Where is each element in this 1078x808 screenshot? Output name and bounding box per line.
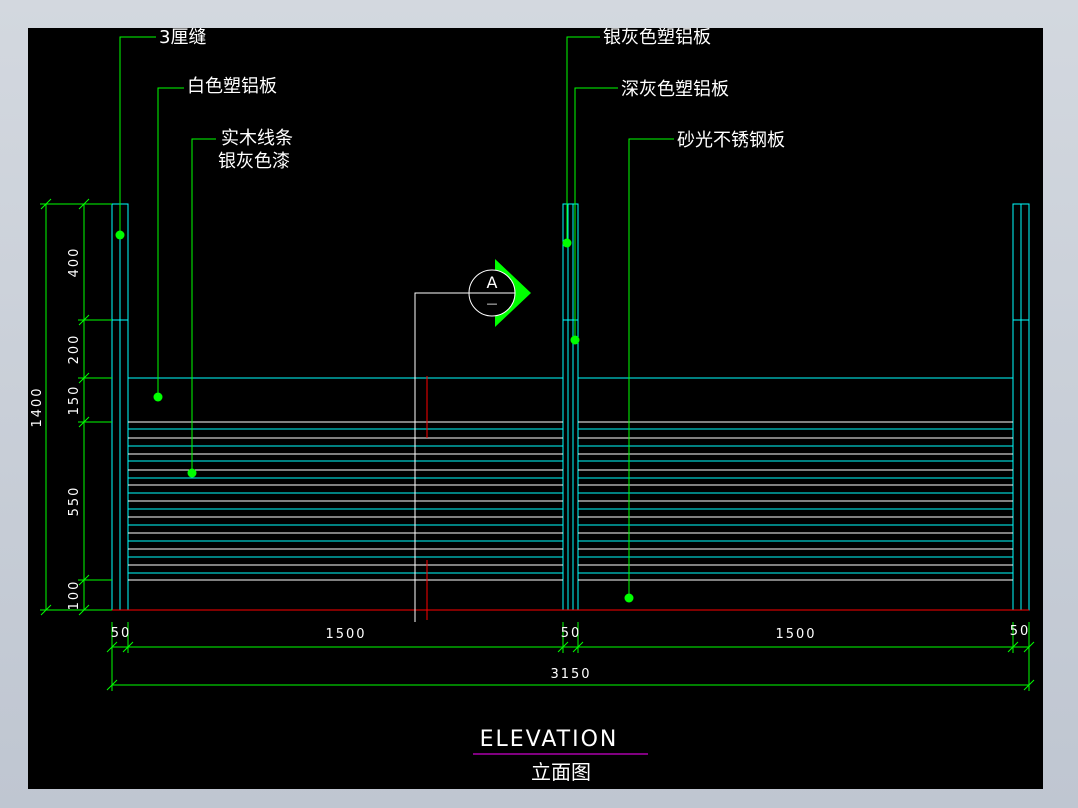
hdim-label-50-left: 50 (111, 626, 132, 641)
dot-silver-grey-panel[interactable] (562, 238, 572, 248)
title-chinese: 立面图 (531, 760, 591, 784)
section-marker-sub: — (487, 297, 498, 310)
dot-3mm-gap[interactable] (115, 230, 125, 240)
hdim-label-1500-left: 1500 (325, 627, 366, 642)
vdim-label-400: 400 (67, 247, 82, 278)
callout-leaders (119, 36, 674, 598)
drawing-title: ELEVATION 立面图 (473, 727, 648, 784)
vdim-label-550: 550 (67, 486, 82, 517)
middle-post[interactable] (562, 203, 579, 611)
label-dark-grey-panel: 深灰色塑铝板 (621, 79, 729, 100)
dot-white-panel[interactable] (153, 392, 163, 402)
callout-dots (115, 230, 634, 603)
section-cut: A — (414, 259, 531, 622)
section-marker-letter: A (487, 273, 498, 292)
dot-stainless-panel[interactable] (624, 593, 634, 603)
vdim-label-200: 200 (67, 334, 82, 365)
leader-stainless-panel (628, 138, 674, 598)
leader-dark-grey-panel (574, 87, 618, 340)
vdim-label-total: 1400 (30, 386, 45, 427)
cad-drawing-canvas[interactable]: A — 3厘缝 白色塑铝板 实木线条 银灰色漆 银灰色塑铝板 深灰色塑铝板 砂光… (28, 28, 1043, 789)
leader-wood-strip (191, 138, 216, 473)
leader-silver-grey-panel (566, 36, 600, 243)
hdim-label-1500-right: 1500 (775, 627, 816, 642)
elevation-drawing: A — 3厘缝 白色塑铝板 实木线条 银灰色漆 银灰色塑铝板 深灰色塑铝板 砂光… (30, 28, 1035, 784)
label-wood-strip: 实木线条 (221, 128, 293, 149)
dot-wood-strip[interactable] (187, 468, 197, 478)
label-silver-grey-panel: 银灰色塑铝板 (603, 28, 711, 48)
leader-3mm-gap (119, 36, 156, 235)
dot-dark-grey-panel[interactable] (570, 335, 580, 345)
vdim-label-150: 150 (67, 385, 82, 416)
hdim-label-50-middle: 50 (561, 626, 582, 641)
label-silver-paint: 银灰色漆 (218, 151, 290, 172)
label-white-panel: 白色塑铝板 (187, 76, 277, 97)
wood-slats[interactable] (128, 421, 1013, 581)
hdim-label-total: 3150 (550, 667, 591, 682)
hdim-label-50-right: 50 (1010, 624, 1031, 639)
callout-labels: 3厘缝 白色塑铝板 实木线条 银灰色漆 银灰色塑铝板 深灰色塑铝板 砂光不锈钢板 (159, 28, 785, 172)
horizontal-dimension-labels: 50 1500 50 1500 50 3150 (111, 624, 1031, 682)
viewport-frame: A — 3厘缝 白色塑铝板 实木线条 银灰色漆 银灰色塑铝板 深灰色塑铝板 砂光… (0, 0, 1078, 808)
vdim-label-100: 100 (67, 580, 82, 611)
vertical-dimension-labels: 400 200 150 550 100 1400 (30, 247, 82, 611)
label-stainless-panel: 砂光不锈钢板 (677, 130, 785, 151)
leader-white-panel (157, 87, 184, 397)
title-english: ELEVATION (480, 727, 619, 752)
hdim-ticks (106, 641, 1035, 691)
label-3mm-gap: 3厘缝 (159, 28, 206, 48)
